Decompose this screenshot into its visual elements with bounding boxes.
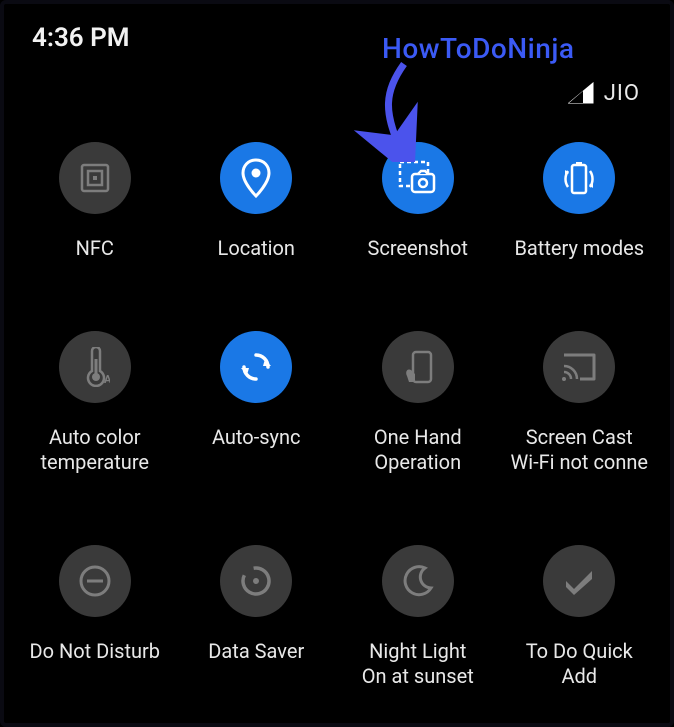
moon-icon (382, 545, 454, 617)
nfc-icon (59, 142, 131, 214)
tile-label: Screen Cast Wi-Fi not conne (510, 425, 648, 475)
one-hand-icon (382, 331, 454, 403)
dnd-icon (59, 545, 131, 617)
tile-todo-quick-add[interactable]: To Do Quick Add (499, 545, 661, 689)
cast-icon (543, 331, 615, 403)
tile-location[interactable]: Location (176, 142, 338, 261)
thermometer-icon: A (59, 331, 131, 403)
tile-label: Data Saver (208, 639, 304, 664)
tile-label: Night Light On at sunset (362, 639, 474, 689)
carrier-label: JIO (604, 81, 640, 106)
tile-data-saver[interactable]: Data Saver (176, 545, 338, 689)
tile-label: Screenshot (368, 236, 468, 261)
clock: 4:36 PM (32, 23, 130, 53)
tile-label: Auto-sync (212, 425, 301, 450)
data-saver-icon (220, 545, 292, 617)
tile-night-light[interactable]: Night Light On at sunset (337, 545, 499, 689)
svg-text:A: A (104, 373, 110, 386)
tile-label: Do Not Disturb (29, 639, 160, 664)
tile-label: One Hand Operation (374, 425, 462, 475)
tile-auto-color-temp[interactable]: A Auto color temperature (14, 331, 176, 475)
tile-auto-sync[interactable]: Auto-sync (176, 331, 338, 475)
tile-screenshot[interactable]: Screenshot (337, 142, 499, 261)
tile-screen-cast[interactable]: Screen Cast Wi-Fi not conne (499, 331, 661, 475)
watermark-text: HowToDoNinja (382, 32, 574, 65)
tile-nfc[interactable]: NFC (14, 142, 176, 261)
signal-icon (568, 82, 594, 104)
quick-settings-grid: NFC Location Screenshot (4, 112, 670, 689)
check-icon (543, 545, 615, 617)
tile-label: To Do Quick Add (526, 639, 633, 689)
tile-one-hand[interactable]: One Hand Operation (337, 331, 499, 475)
signal-row: JIO (4, 64, 670, 112)
tile-label: Auto color temperature (40, 425, 149, 475)
tile-label: Location (218, 236, 295, 261)
screenshot-icon (382, 142, 454, 214)
location-icon (220, 142, 292, 214)
battery-icon (543, 142, 615, 214)
tile-label: Battery modes (514, 236, 644, 261)
tile-dnd[interactable]: Do Not Disturb (14, 545, 176, 689)
tile-battery-modes[interactable]: Battery modes (499, 142, 661, 261)
tile-label: NFC (76, 236, 114, 261)
sync-icon (220, 331, 292, 403)
